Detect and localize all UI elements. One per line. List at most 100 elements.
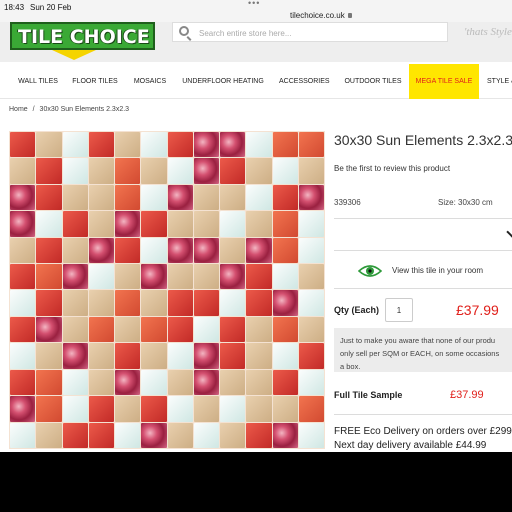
nav-outdoor-tiles[interactable]: OUTDOOR TILES bbox=[344, 64, 402, 99]
mosaic-tile bbox=[88, 237, 114, 264]
mosaic-tile bbox=[141, 422, 167, 448]
mosaic-tile bbox=[115, 343, 141, 369]
review-link[interactable]: Be the first to review this product bbox=[334, 164, 450, 173]
delivery-info: FREE Eco Delivery on orders over £299 bbox=[334, 426, 512, 437]
chevron-down-icon[interactable] bbox=[506, 226, 512, 238]
product-image[interactable] bbox=[9, 131, 325, 449]
mosaic-tile bbox=[167, 396, 193, 422]
mosaic-tile bbox=[115, 369, 141, 396]
mosaic-tile bbox=[62, 237, 88, 264]
mosaic-tile bbox=[115, 237, 141, 264]
product-price: £37.99 bbox=[456, 302, 499, 318]
breadcrumb-separator: / bbox=[32, 106, 35, 113]
mosaic-tile bbox=[272, 422, 298, 448]
mosaic-tile bbox=[62, 369, 88, 396]
nav-accessories[interactable]: ACCESSORIES bbox=[279, 64, 330, 99]
quantity-input[interactable] bbox=[385, 298, 413, 322]
breadcrumb: Home / 30x30 Sun Elements 2.3x2.3 bbox=[9, 106, 129, 113]
sample-price: £37.99 bbox=[450, 389, 484, 401]
mosaic-tile bbox=[193, 132, 219, 158]
mosaic-tile bbox=[272, 316, 298, 343]
nav-style[interactable]: STYLE & bbox=[487, 64, 512, 99]
mosaic-tile bbox=[272, 264, 298, 290]
mosaic-tile bbox=[115, 290, 141, 316]
mosaic-tile bbox=[141, 211, 167, 237]
notice-line: only sell per SQM or EACH, on some occas… bbox=[340, 349, 500, 358]
mosaic-tile bbox=[62, 158, 88, 184]
mosaic-tile bbox=[36, 158, 62, 184]
mosaic-tile bbox=[246, 369, 272, 396]
divider bbox=[334, 218, 512, 219]
more-dots-icon[interactable]: ••• bbox=[248, 0, 260, 8]
mosaic-tile bbox=[141, 158, 167, 184]
mosaic-tile bbox=[193, 396, 219, 422]
mosaic-tile bbox=[167, 264, 193, 290]
mosaic-tile bbox=[88, 396, 114, 422]
main-nav: WALL TILES FLOOR TILES MOSAICS UNDERFLOO… bbox=[0, 64, 512, 99]
mosaic-tile bbox=[115, 184, 141, 211]
url-text: tilechoice.co.uk bbox=[290, 11, 345, 20]
mosaic-tile bbox=[115, 264, 141, 290]
mosaic-tile bbox=[115, 158, 141, 184]
nav-underfloor-heating[interactable]: UNDERFLOOR HEATING bbox=[182, 64, 264, 99]
mosaic-tile bbox=[298, 158, 324, 184]
mosaic-tile bbox=[36, 343, 62, 369]
mosaic-tile bbox=[193, 211, 219, 237]
mosaic-tile bbox=[88, 184, 114, 211]
status-date: Sun 20 Feb bbox=[30, 3, 72, 12]
site-logo[interactable]: TILE CHOICE bbox=[10, 22, 155, 50]
mosaic-tile bbox=[10, 290, 36, 316]
mosaic-tile bbox=[220, 396, 246, 422]
mosaic-tile bbox=[167, 237, 193, 264]
mosaic-tile bbox=[88, 422, 114, 448]
mosaic-tile bbox=[220, 422, 246, 448]
mosaic-tile bbox=[115, 132, 141, 158]
search-icon[interactable] bbox=[179, 26, 189, 36]
mosaic-tile bbox=[62, 132, 88, 158]
mosaic-tile bbox=[88, 290, 114, 316]
mosaic-tile bbox=[167, 211, 193, 237]
mosaic-tile bbox=[62, 211, 88, 237]
mosaic-tile bbox=[167, 369, 193, 396]
mosaic-tile bbox=[88, 211, 114, 237]
mosaic-tile bbox=[272, 211, 298, 237]
mosaic-tile bbox=[141, 290, 167, 316]
nav-mosaics[interactable]: MOSAICS bbox=[132, 64, 168, 99]
product-size: Size: 30x30 cm bbox=[438, 198, 493, 207]
url-bar[interactable]: tilechoice.co.uk bbox=[290, 11, 352, 20]
search-input[interactable] bbox=[199, 26, 439, 40]
mosaic-tile bbox=[298, 422, 324, 448]
mosaic-tile bbox=[141, 316, 167, 343]
mosaic-tile bbox=[141, 132, 167, 158]
mosaic-tile bbox=[62, 184, 88, 211]
mosaic-tile bbox=[246, 132, 272, 158]
delivery-info: Next day delivery available £44.99 bbox=[334, 440, 487, 451]
nav-wall-tiles[interactable]: WALL TILES bbox=[17, 64, 59, 99]
mosaic-tile bbox=[272, 290, 298, 316]
nav-floor-tiles[interactable]: FLOOR TILES bbox=[72, 64, 118, 99]
mosaic-tile bbox=[88, 158, 114, 184]
mosaic-tile bbox=[88, 343, 114, 369]
site-header: TILE CHOICE 'thats Style bbox=[0, 22, 512, 62]
mosaic-tile bbox=[10, 264, 36, 290]
mosaic-tile bbox=[167, 184, 193, 211]
mosaic-tile bbox=[10, 158, 36, 184]
breadcrumb-home[interactable]: Home bbox=[9, 106, 28, 113]
mosaic-tile bbox=[193, 290, 219, 316]
mosaic-tile bbox=[298, 184, 324, 211]
mosaic-tile bbox=[246, 290, 272, 316]
mosaic-tile bbox=[193, 422, 219, 448]
mosaic-tile bbox=[36, 422, 62, 448]
lock-icon bbox=[347, 13, 352, 19]
mosaic-tile bbox=[36, 264, 62, 290]
qty-label: Qty (Each) bbox=[334, 305, 380, 315]
mosaic-tile bbox=[298, 237, 324, 264]
mosaic-tile bbox=[115, 396, 141, 422]
mosaic-tile bbox=[220, 316, 246, 343]
mosaic-tile bbox=[141, 396, 167, 422]
mosaic-tile bbox=[141, 369, 167, 396]
mosaic-tile bbox=[167, 316, 193, 343]
mosaic-tile bbox=[10, 316, 36, 343]
mosaic-tile bbox=[193, 264, 219, 290]
nav-mega-tile-sale[interactable]: MEGA TILE SALE bbox=[409, 64, 479, 99]
